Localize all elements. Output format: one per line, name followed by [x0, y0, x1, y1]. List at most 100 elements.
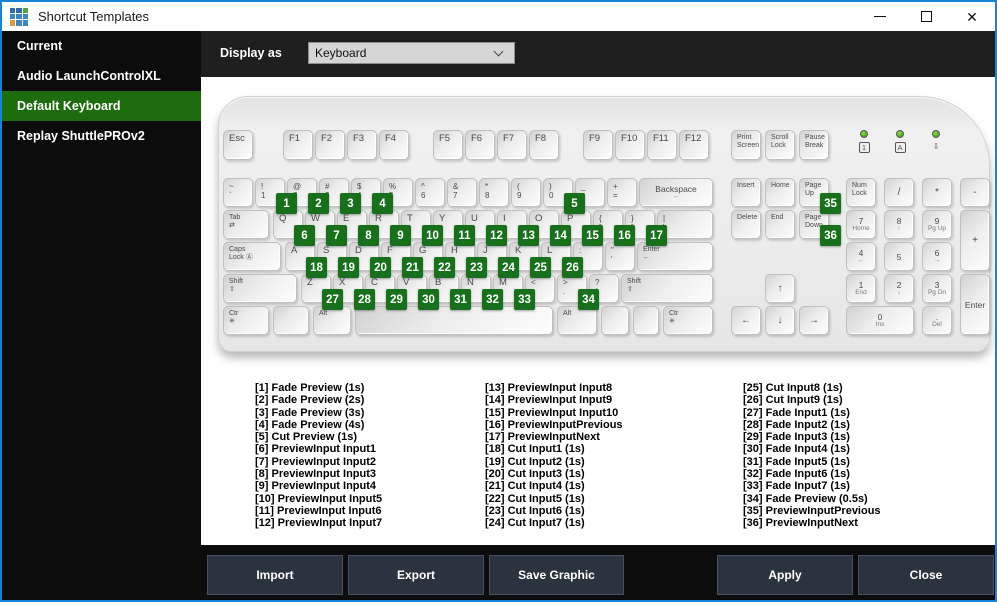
shortcut-badge-30: 30 — [418, 289, 439, 310]
key-grave[interactable]: ~ ` — [223, 178, 253, 207]
key-shift-left[interactable]: Shift ⇧ — [223, 274, 297, 303]
key-win-left[interactable] — [273, 306, 309, 335]
key-end[interactable]: End — [765, 210, 795, 239]
key-space[interactable] — [355, 306, 553, 335]
key-caps-lock[interactable]: Caps Lock Ⓐ — [223, 242, 281, 271]
key-f7[interactable]: F7 — [497, 130, 527, 160]
key-np-add[interactable]: + — [960, 210, 990, 271]
key-period[interactable]: > . 34 — [557, 274, 599, 310]
key-shift-right[interactable]: Shift ⇧ — [621, 274, 713, 303]
display-as-select[interactable]: Keyboard — [308, 42, 515, 64]
key-enter[interactable]: Enter ← — [637, 242, 713, 271]
key-insert[interactable]: Insert — [731, 178, 761, 207]
key-f2[interactable]: F2 — [315, 130, 345, 160]
key-menu[interactable] — [633, 306, 659, 335]
key-home[interactable]: Home — [765, 178, 795, 207]
key-backspace[interactable]: Backspace ← — [639, 178, 713, 207]
chevron-down-icon — [493, 46, 504, 57]
shortcut-badge-22: 22 — [434, 257, 455, 278]
key-np-decimal[interactable]: . Del — [922, 306, 952, 335]
key-np-divide[interactable]: / — [884, 178, 914, 207]
import-button[interactable]: Import — [207, 555, 343, 595]
minimize-button[interactable] — [857, 2, 903, 31]
close-dialog-button[interactable]: Close — [858, 555, 994, 595]
key-f4[interactable]: F4 — [379, 130, 409, 160]
key-f6[interactable]: F6 — [465, 130, 495, 160]
key-equals[interactable]: + = — [607, 178, 637, 207]
key-label: / — [897, 187, 901, 198]
shortcut-list-item: [14] PreviewInput Input9 — [485, 394, 613, 407]
key-label: 5 — [896, 251, 902, 262]
key-1[interactable]: ! 1 1 — [255, 178, 297, 214]
key-alt-left[interactable]: Alt — [313, 306, 351, 335]
key-np-9[interactable]: 9 Pg Up — [922, 210, 952, 239]
key-6[interactable]: ^ 6 — [415, 178, 445, 207]
key-f5[interactable]: F5 — [433, 130, 463, 160]
close-button[interactable]: ✕ — [949, 2, 995, 31]
key-page-up[interactable]: Page Up 35 — [799, 178, 841, 214]
key-9[interactable]: ( 9 — [511, 178, 541, 207]
key-num-lock[interactable]: Num Lock — [846, 178, 876, 207]
key-label: T — [407, 213, 413, 224]
app-logo-square — [10, 7, 16, 13]
key-quote[interactable]: " ' — [605, 242, 635, 271]
key-np-subtract[interactable]: - — [960, 178, 990, 207]
key-label: 3 — [934, 280, 940, 290]
key-f12[interactable]: F12 — [679, 130, 709, 160]
key-7[interactable]: & 7 — [447, 178, 477, 207]
key-delete[interactable]: Delete — [731, 210, 761, 239]
save-graphic-button[interactable]: Save Graphic — [489, 555, 624, 595]
key-np-0[interactable]: 0 Ins — [846, 306, 914, 335]
key-np-4[interactable]: 4 ← — [846, 242, 876, 271]
key-np-6[interactable]: 6 → — [922, 242, 952, 271]
titlebar: Shortcut Templates ✕ — [2, 2, 995, 31]
led-dot — [896, 130, 904, 138]
export-button[interactable]: Export — [348, 555, 484, 595]
key-f3[interactable]: F3 — [347, 130, 377, 160]
key-arrow-left[interactable]: ← — [731, 306, 761, 335]
sidebar-item-current[interactable]: Current — [2, 31, 201, 61]
key-np-3[interactable]: 3 Pg Dn — [922, 274, 952, 303]
key-f1[interactable]: F1 — [283, 130, 313, 160]
key-f11[interactable]: F11 — [647, 130, 677, 160]
key-z[interactable]: Z 27 — [301, 274, 343, 310]
sidebar-item-default-keyboard[interactable]: Default Keyboard — [2, 91, 201, 121]
key-np-2[interactable]: 2 ↓ — [884, 274, 914, 303]
key-np-8[interactable]: 8 ↑ — [884, 210, 914, 239]
key-ctrl-left[interactable]: Ctr ✳ — [223, 306, 269, 335]
sidebar-item-audio-launchcontrolxl[interactable]: Audio LaunchControlXL — [2, 61, 201, 91]
key-f9[interactable]: F9 — [583, 130, 613, 160]
key-a[interactable]: A 18 — [285, 242, 327, 278]
key-page-down[interactable]: Page Down 36 — [799, 210, 841, 246]
key-arrow-right[interactable]: → — [799, 306, 829, 335]
key-f8[interactable]: F8 — [529, 130, 559, 160]
key-label: " ' — [611, 246, 614, 264]
key-tab[interactable]: Tab ⇄ — [223, 210, 269, 239]
maximize-button[interactable] — [903, 2, 949, 31]
key-q[interactable]: Q6 — [273, 210, 315, 246]
key-esc[interactable]: Esc — [223, 130, 253, 160]
key-win-right[interactable] — [601, 306, 629, 335]
key-np-1[interactable]: 1 End — [846, 274, 876, 303]
key-np-multiply[interactable]: * — [922, 178, 952, 207]
key-np-7[interactable]: 7 Home — [846, 210, 876, 239]
apply-button[interactable]: Apply — [717, 555, 853, 595]
key-8[interactable]: * 8 — [479, 178, 509, 207]
key-f10[interactable]: F10 — [615, 130, 645, 160]
key-pause-break[interactable]: Pause Break — [799, 130, 829, 160]
key-np-5[interactable]: 5 — [884, 242, 914, 271]
key-ctrl-right[interactable]: Ctr ✳ — [663, 306, 713, 335]
key-label: End — [771, 214, 784, 221]
key-0[interactable]: ) 0 5 — [543, 178, 585, 214]
key-label: B — [435, 277, 442, 288]
key-scroll-lock[interactable]: Scroll Lock — [765, 130, 795, 160]
shortcut-templates-window: Shortcut Templates ✕ Current Audio Launch… — [0, 0, 997, 602]
key-alt-right[interactable]: Alt — [557, 306, 597, 335]
key-label: > . — [563, 278, 568, 296]
sidebar-item-replay-shuttleprov2[interactable]: Replay ShuttlePROv2 — [2, 121, 201, 151]
key-print-screen[interactable]: Print Screen — [731, 130, 761, 160]
key-arrow-up[interactable]: ↑ — [765, 274, 795, 303]
key-np-enter[interactable]: Enter — [960, 274, 990, 335]
display-as-bar: Display as Keyboard — [201, 31, 995, 77]
key-arrow-down[interactable]: ↓ — [765, 306, 795, 335]
